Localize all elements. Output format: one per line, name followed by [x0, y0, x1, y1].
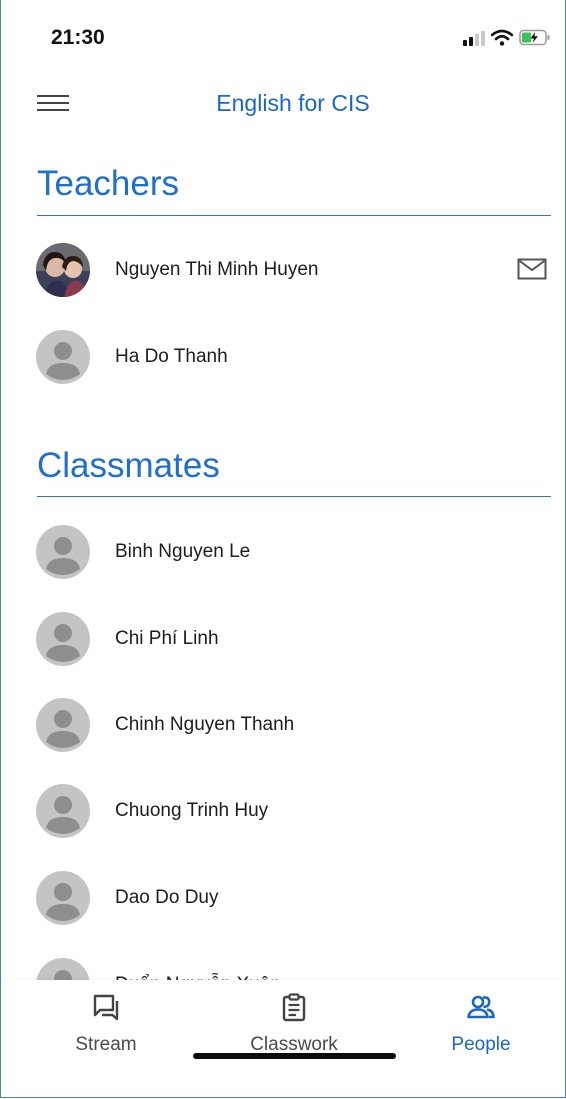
nav-people[interactable]: People — [401, 992, 561, 1072]
nav-stream[interactable]: Stream — [26, 992, 186, 1072]
person-placeholder-icon — [46, 796, 80, 834]
teacher-photo — [36, 243, 90, 297]
home-indicator[interactable] — [193, 1053, 396, 1059]
class-title: English for CIS — [216, 90, 370, 116]
default-avatar — [36, 698, 90, 752]
stream-icon — [93, 994, 119, 1021]
person-placeholder-icon — [46, 883, 80, 921]
classwork-icon — [282, 993, 306, 1022]
classmate-name: Dao Do Duy — [115, 887, 219, 908]
default-avatar — [36, 330, 90, 384]
default-avatar — [36, 525, 90, 579]
people-icon — [467, 995, 495, 1019]
app-bar: English for CIS — [1, 78, 565, 128]
teachers-heading: Teachers — [37, 164, 180, 203]
classmate-row[interactable]: Chinh Nguyen Thanh — [1, 695, 565, 755]
email-icon[interactable] — [517, 258, 547, 280]
person-placeholder-icon — [46, 537, 80, 575]
status-bar: 21:30 — [1, 0, 565, 70]
nav-classwork[interactable]: Classwork — [214, 992, 374, 1072]
status-time: 21:30 — [51, 26, 105, 49]
wifi-icon — [491, 29, 513, 46]
cellular-signal-icon — [463, 30, 485, 46]
person-placeholder-icon — [46, 342, 80, 380]
teacher-row[interactable]: Nguyen Thi Minh Huyen — [1, 240, 565, 300]
teacher-name: Ha Do Thanh — [115, 346, 228, 367]
classmate-name: Chuong Trinh Huy — [115, 800, 269, 821]
classmate-row[interactable]: Binh Nguyen Le — [1, 522, 565, 582]
nav-stream-label: Stream — [75, 1034, 137, 1055]
classmates-divider — [37, 496, 551, 497]
classmate-row[interactable]: Dao Do Duy — [1, 868, 565, 928]
nav-people-label: People — [451, 1034, 511, 1055]
battery-charging-icon — [519, 29, 550, 46]
classmate-name: Binh Nguyen Le — [115, 541, 251, 562]
default-avatar — [36, 871, 90, 925]
teacher-row[interactable]: Ha Do Thanh — [1, 327, 565, 387]
classmate-row[interactable]: Chi Phí Linh — [1, 609, 565, 669]
classmate-row[interactable]: Chuong Trinh Huy — [1, 781, 565, 841]
classmate-name: Chinh Nguyen Thanh — [115, 714, 295, 735]
teacher-name: Nguyen Thi Minh Huyen — [115, 259, 319, 280]
default-avatar — [36, 784, 90, 838]
classmates-heading: Classmates — [37, 446, 220, 485]
status-icons — [463, 28, 551, 46]
person-placeholder-icon — [46, 710, 80, 748]
default-avatar — [36, 612, 90, 666]
teacher-photo-avatar — [36, 243, 90, 297]
person-placeholder-icon — [46, 624, 80, 662]
phone-screen: 21:30 English for CIS Teachers Nguyen Th… — [0, 0, 566, 1098]
bottom-navigation: Stream Classwork People — [1, 980, 565, 1097]
teachers-divider — [37, 215, 551, 216]
classmate-name: Chi Phí Linh — [115, 628, 219, 649]
